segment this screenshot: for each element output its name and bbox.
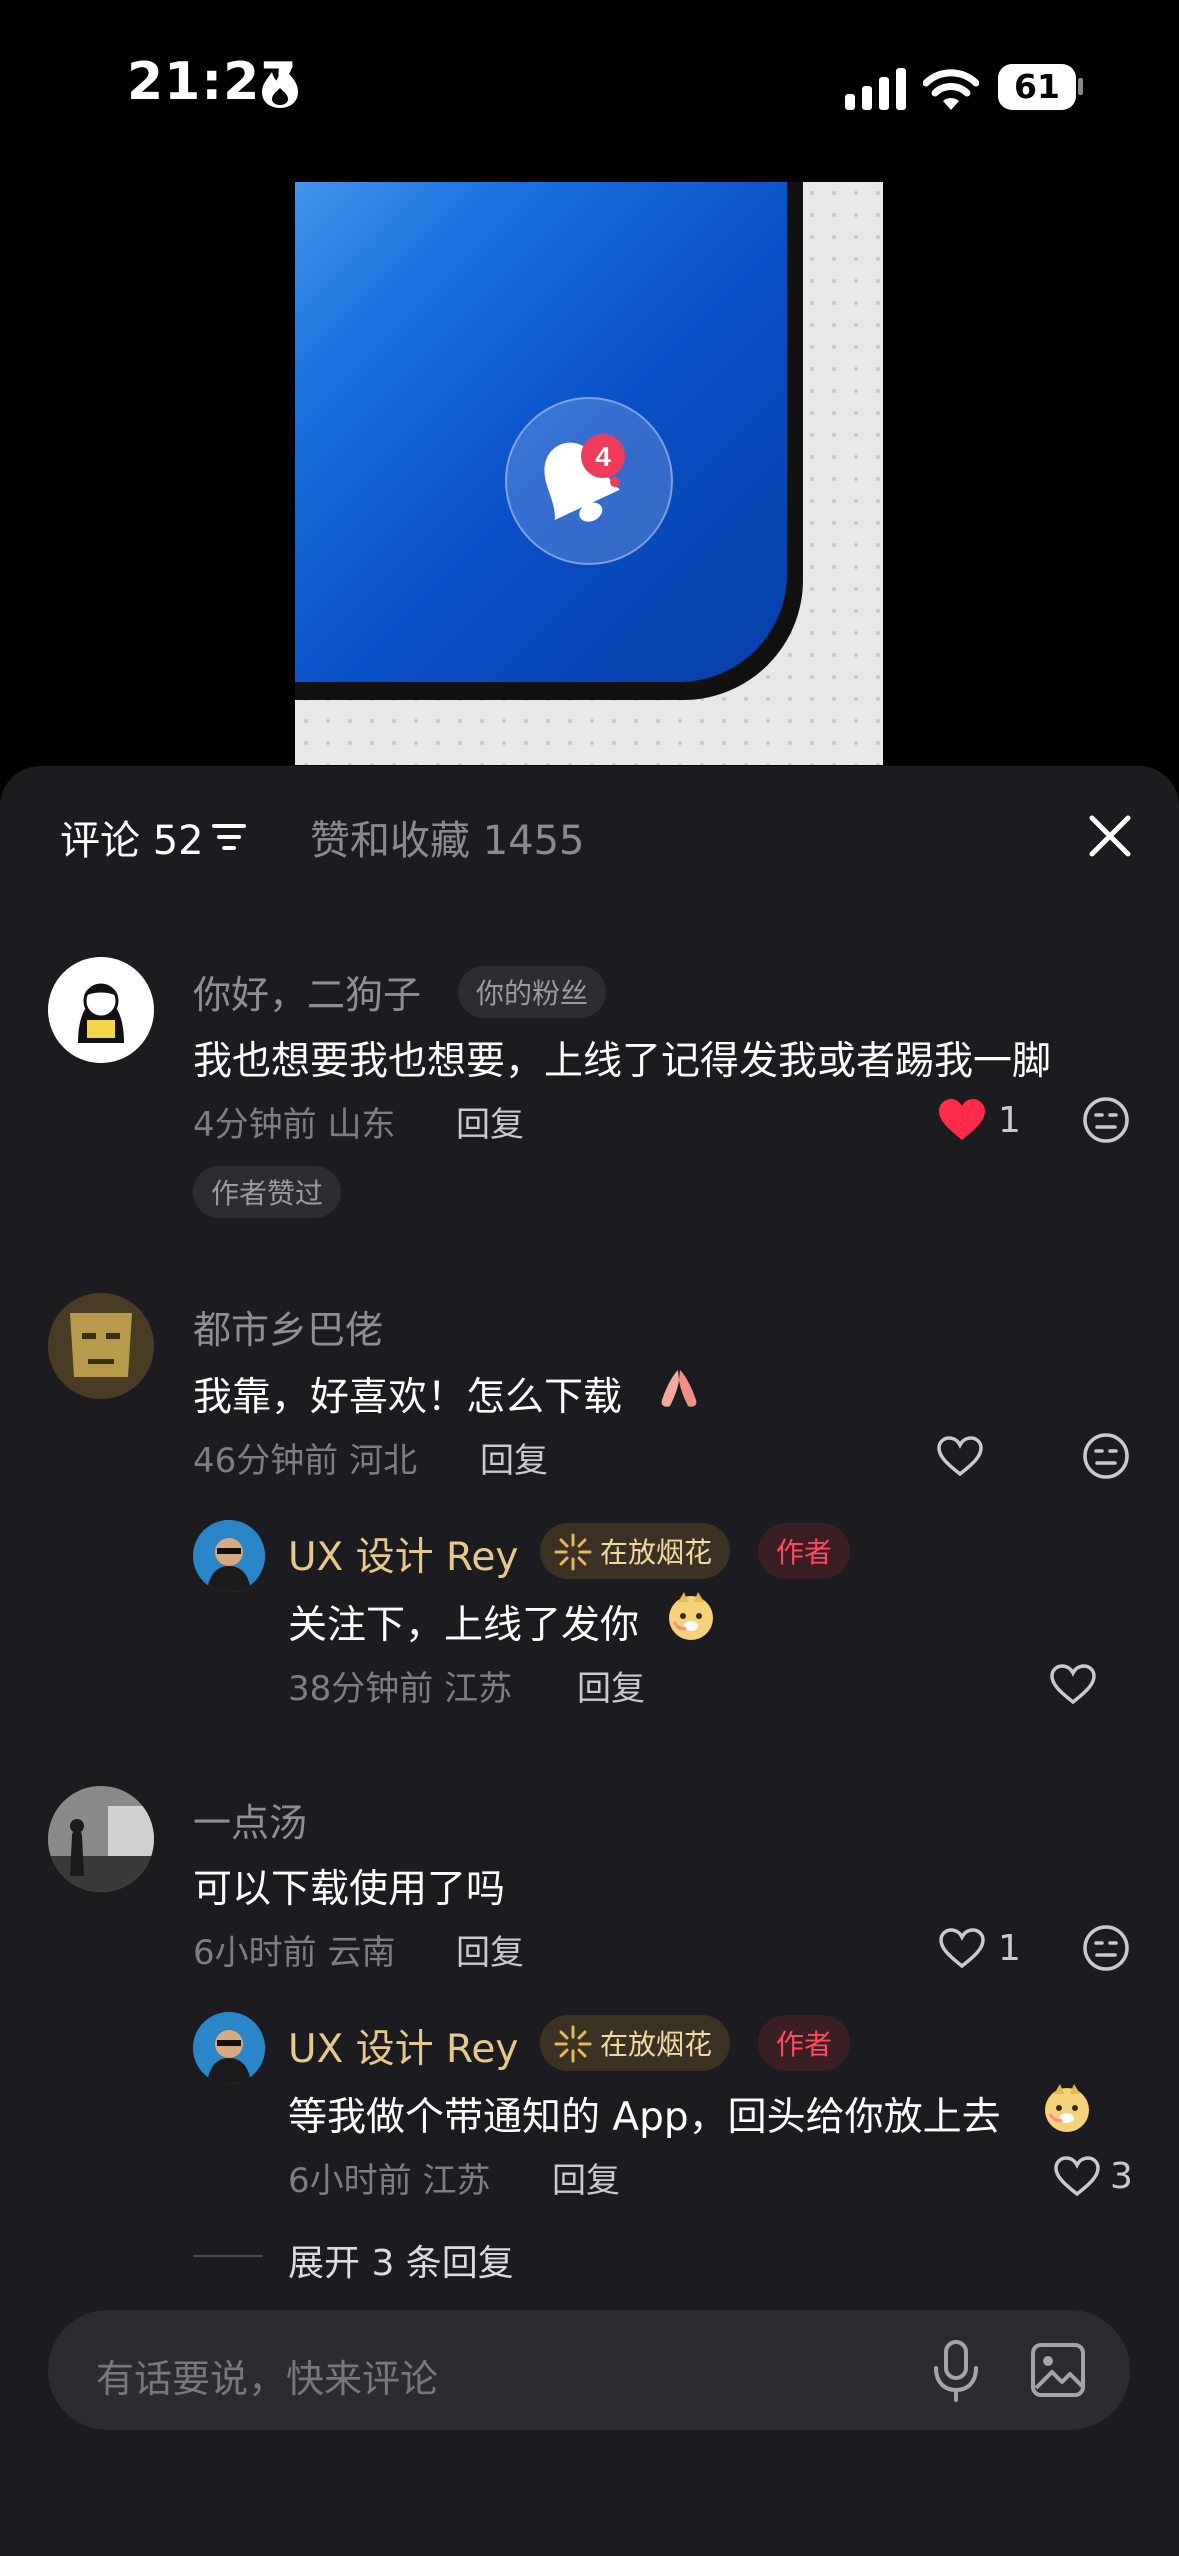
heart-outline-icon[interactable] (1048, 1662, 1098, 1706)
tab-comments[interactable]: 评论 52 (60, 808, 204, 866)
avatar[interactable] (193, 2012, 265, 2084)
comment-meta: 4分钟前 山东 (193, 1105, 396, 1145)
comment-text[interactable]: 可以下载使用了吗 (193, 1858, 505, 1914)
doge-emoji-icon (669, 1592, 713, 1640)
reply-button[interactable]: 回复 (577, 1661, 645, 1710)
dislike-face-icon[interactable] (1082, 1432, 1130, 1480)
avatar[interactable] (193, 1520, 265, 1592)
comment-author[interactable]: 一点汤 (193, 1792, 307, 1847)
author-badge: 作者 (758, 2015, 851, 2071)
tab-likes-favorites[interactable]: 赞和收藏 1455 (310, 808, 585, 866)
comment-meta: 46分钟前 河北 (193, 1441, 418, 1481)
reply-text[interactable]: 关注下，上线了发你 (288, 1594, 639, 1650)
comment-text[interactable]: 我靠，好喜欢！怎么下载 (193, 1366, 622, 1422)
avatar[interactable] (48, 1786, 154, 1892)
reply-button[interactable]: 回复 (480, 1433, 548, 1482)
heart-outline-icon[interactable] (1052, 2154, 1102, 2198)
dislike-face-icon[interactable] (1082, 1924, 1130, 1972)
image-picker-icon[interactable] (1030, 2342, 1086, 2398)
heart-outline-icon[interactable] (937, 1926, 987, 1970)
comment-author[interactable]: 都市乡巴佬 (193, 1299, 383, 1354)
dislike-face-icon[interactable] (1082, 1096, 1130, 1144)
author-badge: 作者 (758, 1523, 851, 1579)
reply-meta: 6小时前 江苏 (288, 2161, 491, 2201)
reply-button[interactable]: 回复 (456, 1925, 524, 1974)
avatar[interactable] (48, 1293, 154, 1399)
cellular-signal-icon (845, 68, 906, 110)
pray-hands-emoji-icon (661, 1370, 697, 1407)
fireworks-icon (554, 1533, 592, 1571)
reply-author[interactable]: UX 设计 Rey (288, 1526, 518, 1582)
reply-button[interactable]: 回复 (456, 1097, 524, 1146)
status-badge: 在放烟花 (540, 2015, 731, 2071)
expand-divider (193, 2255, 263, 2257)
battery-tip (1078, 78, 1083, 95)
fan-badge: 你的粉丝 (458, 966, 607, 1018)
battery-level: 61 (998, 64, 1076, 110)
author-liked-tag: 作者赞过 (193, 1166, 342, 1218)
like-count: 3 (1110, 2156, 1133, 2197)
status-text: 在放烟花 (600, 2028, 713, 2061)
reply-author[interactable]: UX 设计 Rey (288, 2018, 518, 2074)
reply-meta: 38分钟前 江苏 (288, 1669, 513, 1709)
bell-badge-count: 4 (595, 441, 611, 472)
heart-outline-icon[interactable] (935, 1434, 985, 1478)
bell-icon: 4 (544, 434, 625, 522)
comment-meta: 6小时前 云南 (193, 1933, 396, 1973)
reply-button[interactable]: 回复 (552, 2153, 620, 2202)
post-image[interactable]: 4 (295, 182, 883, 765)
flame-icon (262, 64, 298, 108)
close-icon[interactable] (1080, 806, 1140, 866)
like-count: 1 (998, 1100, 1021, 1141)
doge-emoji-icon (1045, 2084, 1089, 2132)
fireworks-icon (554, 2025, 592, 2063)
reply-text[interactable]: 等我做个带通知的 App，回头给你放上去 (288, 2086, 1001, 2142)
like-count: 1 (998, 1928, 1021, 1969)
comment-text[interactable]: 我也想要我也想要，上线了记得发我或者踢我一脚 (193, 1030, 1051, 1086)
comment-author[interactable]: 你好，二狗子 (193, 964, 421, 1019)
status-text: 在放烟花 (600, 1536, 713, 1569)
expand-replies-button[interactable]: 展开 3 条回复 (288, 2234, 514, 2286)
sort-filter-icon[interactable] (212, 822, 248, 852)
comment-input-placeholder[interactable]: 有话要说，快来评论 (96, 2348, 438, 2403)
avatar[interactable] (48, 957, 154, 1063)
heart-filled-icon[interactable] (937, 1098, 987, 1142)
status-badge: 在放烟花 (540, 1523, 731, 1579)
microphone-icon[interactable] (930, 2340, 982, 2402)
wifi-icon (923, 69, 979, 110)
